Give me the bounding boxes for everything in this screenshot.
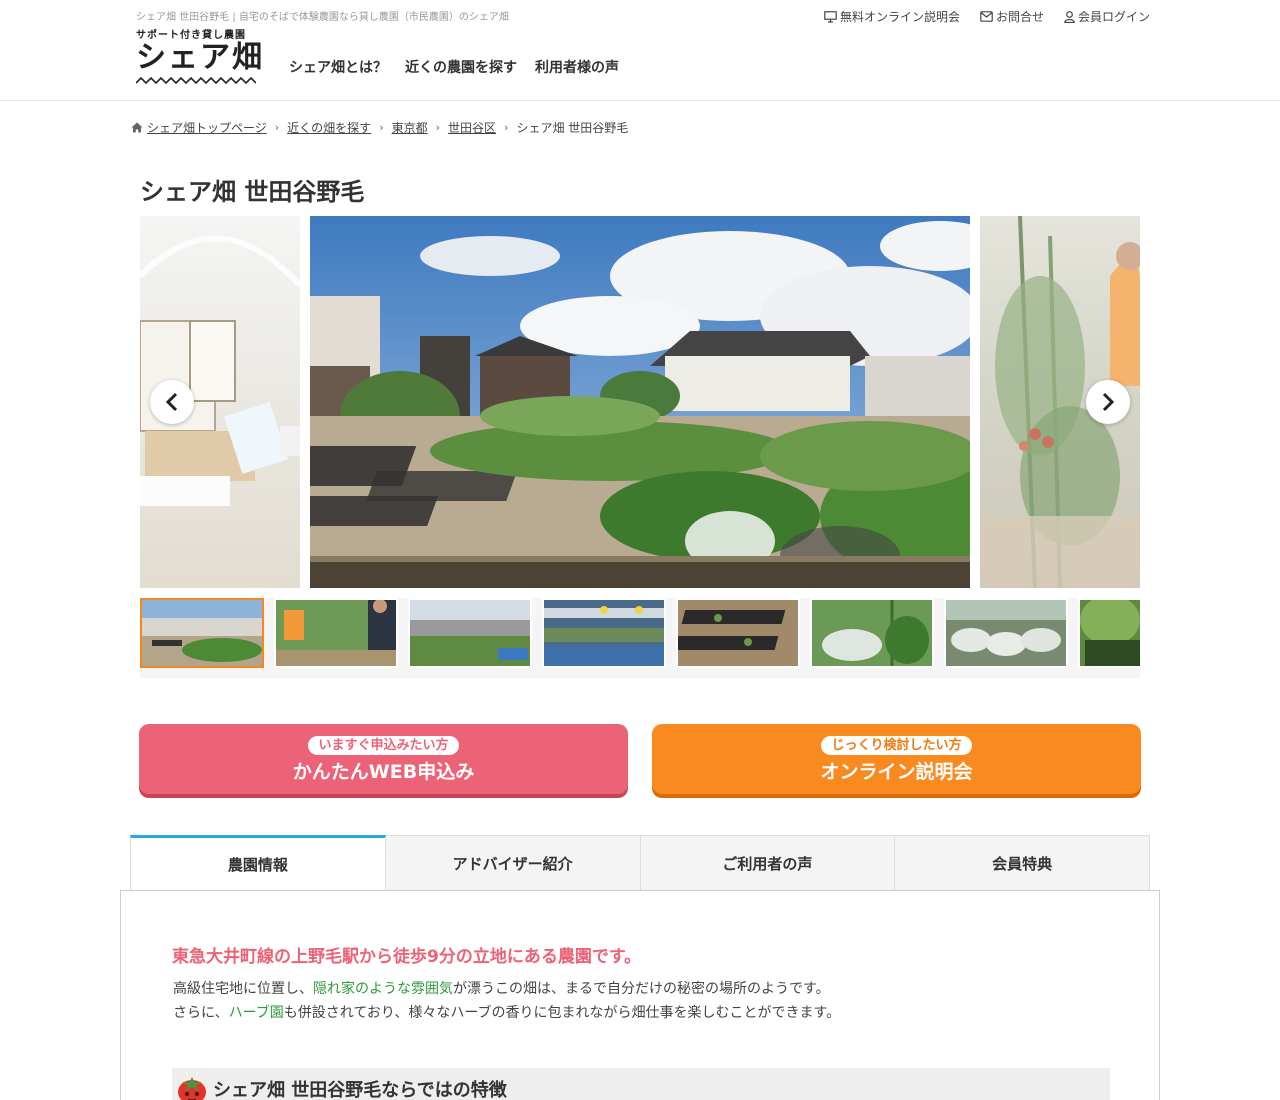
monitor-icon <box>824 10 837 23</box>
farm-lead-text: 東急大井町線の上野毛駅から徒歩9分の立地にある農園です。 <box>172 947 642 967</box>
logo-title: シェア畑 <box>136 40 264 75</box>
feature-heading-bar: シェア畑 世田谷野毛ならではの特徴 <box>172 1068 1110 1100</box>
gallery-thumb[interactable] <box>1078 598 1140 668</box>
farm-photo <box>310 216 970 588</box>
nav-find-farm[interactable]: 近くの農園を探す <box>405 57 517 77</box>
description-line-2: さらに、ハーブ園も併設されており、様々なハーブの香りに包まれながら畑仕事を楽しむ… <box>173 1001 840 1025</box>
page-title: シェア畑 世田谷野毛 <box>140 178 365 206</box>
logo-wave-decoration <box>136 76 256 84</box>
member-login-link[interactable]: 会員ログイン <box>1064 8 1150 25</box>
online-label: オンライン説明会 <box>820 761 973 783</box>
desc-highlight: 隠れ家のような雰囲気 <box>313 981 453 997</box>
online-session-link[interactable]: 無料オンライン説明会 <box>824 8 960 25</box>
photo-gallery <box>140 216 1140 588</box>
contact-label: お問合せ <box>995 10 1044 24</box>
desc-text: さらに、 <box>173 1005 229 1021</box>
member-login-label: 会員ログイン <box>1077 10 1150 24</box>
farm-description: 高級住宅地に位置し、隠れ家のような雰囲気が漂うこの畑は、まるで自分だけの秘密の場… <box>173 977 840 1025</box>
nav-testimonials[interactable]: 利用者様の声 <box>535 57 619 77</box>
chevron-right-icon: › <box>435 121 441 134</box>
chevron-left-icon <box>165 392 178 412</box>
gallery-thumb[interactable] <box>542 598 666 668</box>
gallery-thumb[interactable] <box>274 598 398 668</box>
logo-subtitle: サポート付き貸し農園 <box>136 30 246 41</box>
site-tagline: シェア畑 世田谷野毛 | 自宅のそばで体験農園なら貸し農園（市民農園）のシェア畑 <box>136 12 509 23</box>
tab-advisor[interactable]: アドバイザー紹介 <box>385 835 641 891</box>
apply-pill-label: いますぐ申込みたい方 <box>308 736 459 755</box>
breadcrumb-current: シェア畑 世田谷野毛 <box>516 121 629 135</box>
online-session-button[interactable]: じっくり検討したい方 オンライン説明会 <box>652 724 1141 794</box>
info-tabs: 農園情報 アドバイザー紹介 ご利用者の声 会員特典 <box>130 835 1150 891</box>
tab-farm-info[interactable]: 農園情報 <box>130 835 386 891</box>
home-icon <box>131 122 143 133</box>
breadcrumb: シェア畑トップページ › 近くの畑を探す › 東京都 › 世田谷区 › シェア畑… <box>131 119 628 136</box>
desc-text: が漂うこの畑は、まるで自分だけの秘密の場所のようです。 <box>453 981 830 997</box>
desc-highlight: ハーブ園 <box>228 1005 284 1021</box>
gallery-slide-current[interactable] <box>310 216 970 588</box>
mail-icon <box>980 11 993 22</box>
breadcrumb-setagaya[interactable]: 世田谷区 <box>448 119 496 136</box>
gallery-thumb[interactable] <box>408 598 532 668</box>
utility-nav: 無料オンライン説明会 お問合せ 会員ログイン <box>824 8 1150 25</box>
tab-member-benefits[interactable]: 会員特典 <box>895 835 1150 891</box>
gallery-thumb[interactable] <box>676 598 800 668</box>
site-header: シェア畑 世田谷野毛 | 自宅のそばで体験農園なら貸し農園（市民農園）のシェア畑… <box>0 0 1280 101</box>
farm-info-panel: 東急大井町線の上野毛駅から徒歩9分の立地にある農園です。 高級住宅地に位置し、隠… <box>120 890 1160 1100</box>
desc-text: も併設されており、様々なハーブの香りに包まれながら畑仕事を楽しむことができます。 <box>283 1005 841 1021</box>
tomato-icon <box>178 1077 206 1100</box>
gallery-thumbnails <box>140 598 1140 678</box>
web-apply-button[interactable]: いますぐ申込みたい方 かんたんWEB申込み <box>139 724 628 794</box>
main-nav: シェア畑とは？ 近くの農園を探す 利用者様の声 <box>289 57 619 77</box>
gallery-prev-button[interactable] <box>150 380 194 424</box>
site-logo[interactable]: サポート付き貸し農園 シェア畑 <box>136 26 262 86</box>
chevron-right-icon <box>1102 392 1115 412</box>
slide-caption-overlay <box>310 562 970 588</box>
desc-text: 高級住宅地に位置し、 <box>173 981 313 997</box>
tab-user-voices[interactable]: ご利用者の声 <box>640 835 896 891</box>
apply-label: かんたんWEB申込み <box>292 761 475 783</box>
nav-about[interactable]: シェア畑とは？ <box>289 57 387 77</box>
chevron-right-icon: › <box>504 121 509 134</box>
feature-heading: シェア畑 世田谷野毛ならではの特徴 <box>213 1080 507 1100</box>
breadcrumb-find[interactable]: 近くの畑を探す <box>287 119 371 136</box>
online-session-label: 無料オンライン説明会 <box>839 10 960 24</box>
user-icon <box>1064 10 1075 23</box>
online-pill-label: じっくり検討したい方 <box>821 736 972 755</box>
description-line-1: 高級住宅地に位置し、隠れ家のような雰囲気が漂うこの畑は、まるで自分だけの秘密の場… <box>173 977 840 1001</box>
chevron-right-icon: › <box>379 121 384 134</box>
chevron-right-icon: › <box>274 121 280 134</box>
gallery-next-button[interactable] <box>1086 380 1130 424</box>
breadcrumb-tokyo[interactable]: 東京都 <box>392 119 428 136</box>
gallery-thumb[interactable] <box>810 598 934 668</box>
contact-link[interactable]: お問合せ <box>980 8 1044 25</box>
gallery-thumb[interactable] <box>944 598 1068 668</box>
breadcrumb-top[interactable]: シェア畑トップページ <box>147 119 267 136</box>
gallery-thumb[interactable] <box>140 598 264 668</box>
